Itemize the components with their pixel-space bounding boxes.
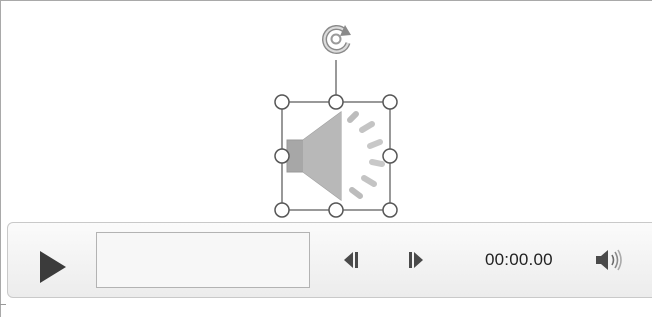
resize-handle-left[interactable] <box>274 148 290 164</box>
audio-object[interactable] <box>0 0 652 230</box>
progress-track[interactable] <box>96 232 310 288</box>
volume-icon <box>596 249 622 271</box>
resize-handle-bottom[interactable] <box>328 202 344 218</box>
resize-handle-bottom-left[interactable] <box>274 202 290 218</box>
play-button[interactable] <box>38 249 70 285</box>
step-forward-icon <box>409 252 423 268</box>
slide-edge <box>0 304 6 305</box>
media-player-bar: 00:00.00 <box>7 222 652 298</box>
resize-handle-right[interactable] <box>382 148 398 164</box>
resize-handle-top-right[interactable] <box>382 94 398 110</box>
time-display: 00:00.00 <box>485 250 553 269</box>
step-back-button[interactable] <box>342 249 362 271</box>
audio-object-graphic <box>274 25 398 218</box>
step-forward-button[interactable] <box>406 249 426 271</box>
step-back-icon <box>344 252 358 268</box>
rotate-handle-icon[interactable] <box>322 25 351 54</box>
speaker-icon <box>286 111 385 201</box>
volume-button[interactable] <box>594 247 628 273</box>
resize-handle-top[interactable] <box>328 94 344 110</box>
play-icon <box>40 251 66 283</box>
resize-handle-top-left[interactable] <box>274 94 290 110</box>
resize-handle-bottom-right[interactable] <box>382 202 398 218</box>
